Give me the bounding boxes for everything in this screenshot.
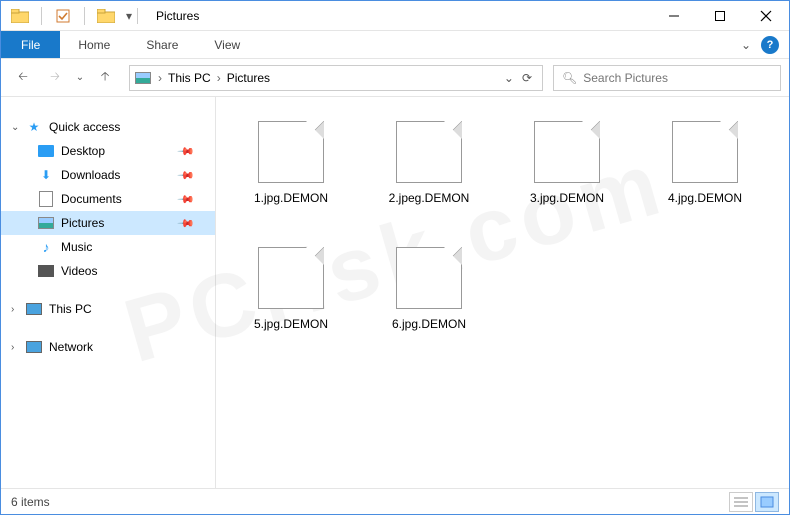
location-pictures-icon (134, 69, 152, 87)
qat-separator (84, 7, 85, 25)
sidebar-item-label: Network (49, 340, 93, 354)
sidebar-item-label: This PC (49, 302, 92, 316)
forward-button[interactable]: 🡢 (41, 64, 69, 92)
sidebar-item-label: Music (61, 240, 92, 254)
documents-icon (37, 190, 55, 208)
search-input[interactable] (583, 71, 772, 85)
pin-icon: 📌 (177, 214, 196, 233)
sidebar-item-label: Documents (61, 192, 122, 206)
search-icon: 🔍︎ (562, 71, 577, 85)
navigation-pane: ⌄ ★ Quick access Desktop 📌 ⬇ Downloads 📌… (1, 97, 216, 488)
file-name-label: 4.jpg.DEMON (668, 191, 742, 205)
videos-icon (37, 262, 55, 280)
breadcrumb-separator: › (156, 71, 164, 85)
up-button[interactable]: 🡡 (91, 64, 119, 92)
sidebar-item-desktop[interactable]: Desktop 📌 (1, 139, 215, 163)
back-button[interactable]: 🡠 (9, 64, 37, 92)
pc-icon (25, 300, 43, 318)
file-name-label: 6.jpg.DEMON (392, 317, 466, 331)
pin-icon: 📌 (177, 190, 196, 209)
quick-access-toolbar: ▾ (1, 5, 135, 27)
file-icon (532, 115, 602, 185)
breadcrumb-this-pc[interactable]: This PC (164, 71, 215, 85)
file-item[interactable]: 5.jpg.DEMON (226, 241, 356, 361)
search-box[interactable]: 🔍︎ (553, 65, 781, 91)
maximize-button[interactable] (697, 1, 743, 31)
pictures-icon (37, 214, 55, 232)
pin-icon: 📌 (177, 142, 196, 161)
file-item[interactable]: 2.jpeg.DEMON (364, 115, 494, 235)
tab-share[interactable]: Share (128, 31, 196, 58)
file-item[interactable]: 3.jpg.DEMON (502, 115, 632, 235)
minimize-button[interactable] (651, 1, 697, 31)
file-name-label: 1.jpg.DEMON (254, 191, 328, 205)
file-item[interactable]: 1.jpg.DEMON (226, 115, 356, 235)
sidebar-item-label: Quick access (49, 120, 120, 134)
chevron-right-icon[interactable]: › (11, 304, 25, 315)
breadcrumb-separator: › (215, 71, 223, 85)
file-item[interactable]: 4.jpg.DEMON (640, 115, 770, 235)
address-dropdown-icon[interactable]: ⌄ (504, 71, 514, 85)
file-icon (256, 241, 326, 311)
chevron-down-icon[interactable]: ⌄ (11, 122, 25, 133)
file-name-label: 2.jpeg.DEMON (389, 191, 470, 205)
file-icon (256, 115, 326, 185)
address-bar[interactable]: › This PC › Pictures ⌄ ⟳ (129, 65, 543, 91)
new-folder-icon[interactable] (95, 5, 117, 27)
star-icon: ★ (25, 118, 43, 136)
ribbon-expand-icon[interactable]: ⌄ (741, 38, 751, 52)
help-icon[interactable]: ? (761, 36, 779, 54)
window-title: Pictures (156, 9, 199, 23)
ribbon: File Home Share View ⌄ ? (1, 31, 789, 59)
file-icon (394, 115, 464, 185)
network-icon (25, 338, 43, 356)
tab-home[interactable]: Home (60, 31, 128, 58)
status-text: 6 items (11, 495, 50, 509)
refresh-icon[interactable]: ⟳ (522, 71, 532, 85)
desktop-icon (37, 142, 55, 160)
sidebar-item-label: Desktop (61, 144, 105, 158)
qat-separator (41, 7, 42, 25)
sidebar-item-downloads[interactable]: ⬇ Downloads 📌 (1, 163, 215, 187)
explorer-app-icon[interactable] (9, 5, 31, 27)
recent-dropdown-icon[interactable]: ⌄ (73, 64, 87, 92)
file-item[interactable]: 6.jpg.DEMON (364, 241, 494, 361)
thumbnails-view-button[interactable] (755, 492, 779, 512)
close-button[interactable] (743, 1, 789, 31)
details-view-button[interactable] (729, 492, 753, 512)
sidebar-item-pictures[interactable]: Pictures 📌 (1, 211, 215, 235)
file-icon (670, 115, 740, 185)
titlebar: ▾ Pictures (1, 1, 789, 31)
chevron-right-icon[interactable]: › (11, 342, 25, 353)
sidebar-item-label: Videos (61, 264, 97, 278)
navigation-bar: 🡠 🡢 ⌄ 🡡 › This PC › Pictures ⌄ ⟳ 🔍︎ (1, 59, 789, 97)
file-tab[interactable]: File (1, 31, 60, 58)
breadcrumb-pictures[interactable]: Pictures (223, 71, 274, 85)
sidebar-item-label: Pictures (61, 216, 104, 230)
properties-icon[interactable] (52, 5, 74, 27)
file-name-label: 5.jpg.DEMON (254, 317, 328, 331)
sidebar-item-music[interactable]: ♪ Music (1, 235, 215, 259)
sidebar-item-videos[interactable]: Videos (1, 259, 215, 283)
pin-icon: 📌 (177, 166, 196, 185)
file-name-label: 3.jpg.DEMON (530, 191, 604, 205)
content-pane[interactable]: 1.jpg.DEMON 2.jpeg.DEMON 3.jpg.DEMON 4.jpg.… (216, 97, 789, 488)
music-icon: ♪ (37, 238, 55, 256)
sidebar-item-documents[interactable]: Documents 📌 (1, 187, 215, 211)
status-bar: 6 items (1, 488, 789, 514)
qat-dropdown-icon[interactable]: ▾ (123, 5, 135, 27)
sidebar-this-pc[interactable]: › This PC (1, 297, 215, 321)
downloads-icon: ⬇ (37, 166, 55, 184)
sidebar-quick-access[interactable]: ⌄ ★ Quick access (1, 115, 215, 139)
tab-view[interactable]: View (196, 31, 258, 58)
file-icon (394, 241, 464, 311)
sidebar-network[interactable]: › Network (1, 335, 215, 359)
sidebar-item-label: Downloads (61, 168, 120, 182)
title-separator (137, 8, 138, 24)
